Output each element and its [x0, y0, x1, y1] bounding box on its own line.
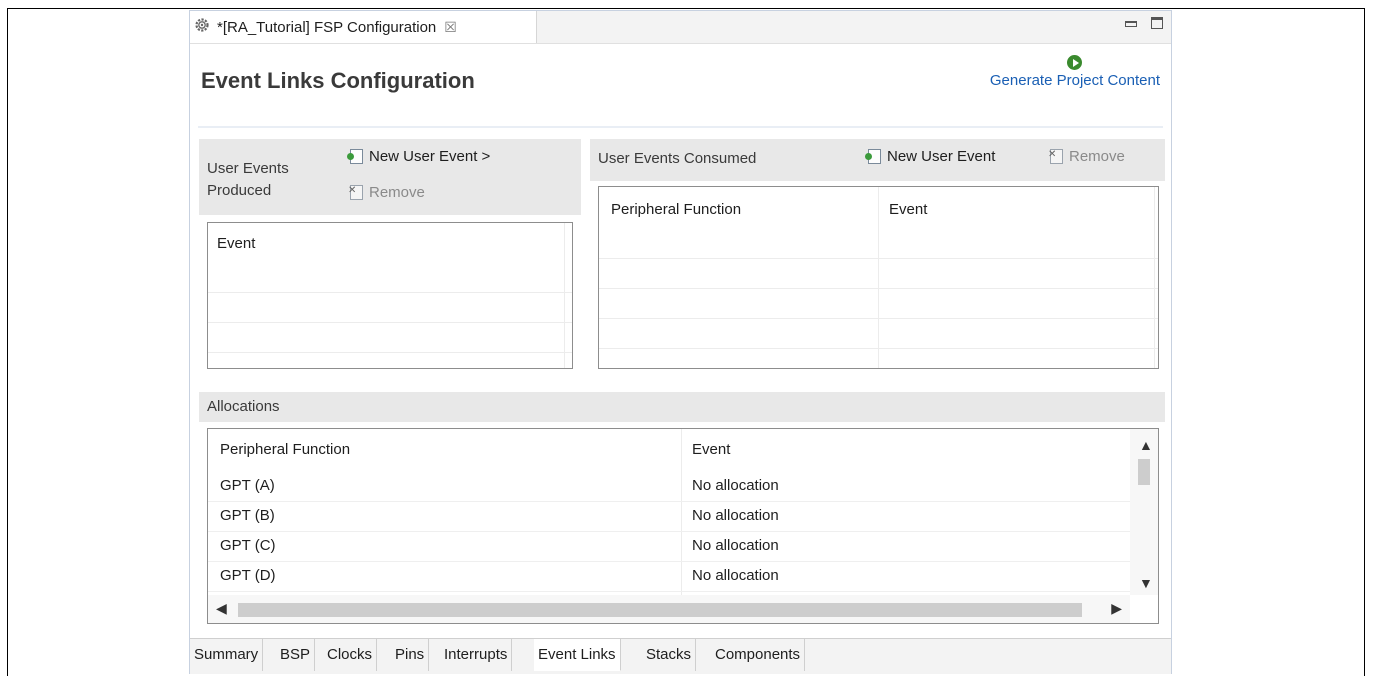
tab-components[interactable]: Components — [711, 639, 806, 671]
new-user-event-button[interactable]: New User Event — [865, 148, 996, 165]
table-row[interactable] — [599, 317, 1158, 319]
close-tab-icon[interactable]: ☒ — [444, 19, 457, 36]
remove-icon — [1048, 149, 1063, 164]
row-function: GPT (C) — [220, 537, 276, 554]
table-row[interactable]: GPT (D) No allocation — [208, 561, 1130, 592]
produced-column-event: Event — [217, 235, 256, 252]
produced-events-table: Event — [207, 222, 573, 369]
table-row[interactable]: GPT (A) No allocation — [208, 471, 1130, 502]
allocations-section-header — [199, 392, 1165, 422]
allocations-table: Peripheral Function Event GPT (A) No all… — [207, 428, 1159, 624]
generate-project-content-button[interactable]: Generate Project Content — [990, 55, 1160, 89]
allocations-header: Allocations — [207, 398, 280, 415]
row-function: GPT (A) — [220, 477, 275, 494]
configuration-tabs: Summary BSP Clocks Pins Interrupts Event… — [190, 638, 1171, 674]
table-row[interactable]: GPT (C) No allocation — [208, 531, 1130, 562]
table-row[interactable] — [599, 347, 1158, 349]
row-event: No allocation — [692, 477, 779, 494]
tab-clocks[interactable]: Clocks — [323, 639, 378, 671]
column-divider — [564, 223, 565, 368]
horizontal-scroll-thumb[interactable] — [238, 603, 1082, 617]
gear-icon — [193, 16, 211, 38]
produced-header-line2: Produced — [207, 182, 272, 199]
new-user-event-submenu-button[interactable]: New User Event > — [347, 148, 491, 165]
minimize-icon[interactable] — [1125, 21, 1137, 27]
remove-icon — [348, 185, 363, 200]
editor-tab-title: *[RA_Tutorial] FSP Configuration — [217, 18, 437, 36]
table-row[interactable] — [208, 351, 572, 353]
tab-pins[interactable]: Pins — [391, 639, 430, 671]
row-function: GPT (B) — [220, 507, 275, 524]
horizontal-scrollbar[interactable]: ◀ ▶ — [208, 595, 1130, 623]
page-title: Event Links Configuration — [201, 68, 475, 93]
row-event: No allocation — [692, 537, 779, 554]
new-event-icon — [347, 149, 363, 164]
row-event: No allocation — [692, 507, 779, 524]
table-row[interactable] — [208, 321, 572, 323]
tab-stacks[interactable]: Stacks — [642, 639, 697, 671]
play-icon — [1067, 55, 1083, 70]
consumed-column-peripheral-function: Peripheral Function — [611, 201, 742, 218]
vertical-scrollbar[interactable]: ▲ ▼ — [1130, 429, 1158, 595]
maximize-icon[interactable] — [1151, 17, 1163, 29]
consumed-remove-button[interactable]: Remove — [1048, 148, 1125, 165]
scroll-right-icon[interactable]: ▶ — [1111, 600, 1122, 617]
table-row[interactable] — [599, 287, 1158, 289]
allocations-column-peripheral-function: Peripheral Function — [220, 441, 351, 458]
editor-tab[interactable]: *[RA_Tutorial] FSP Configuration ☒ — [190, 11, 537, 43]
header-divider — [198, 126, 1163, 128]
column-divider — [878, 187, 879, 368]
table-row[interactable] — [599, 257, 1158, 259]
row-event: No allocation — [692, 567, 779, 584]
consumed-remove-label: Remove — [1069, 148, 1125, 165]
table-row[interactable]: GPT (B) No allocation — [208, 501, 1130, 532]
new-event-icon — [865, 149, 881, 164]
generate-label: Generate Project Content — [989, 72, 1160, 89]
scroll-left-icon[interactable]: ◀ — [216, 600, 227, 617]
tab-event-links[interactable]: Event Links — [534, 639, 621, 671]
consumed-events-table: Peripheral Function Event — [598, 186, 1159, 369]
allocations-column-event: Event — [692, 441, 731, 458]
new-user-event-label: New User Event > — [369, 148, 491, 165]
produced-remove-button[interactable]: Remove — [348, 184, 425, 201]
consumed-new-label: New User Event — [887, 148, 996, 165]
fsp-configuration-editor: *[RA_Tutorial] FSP Configuration ☒ Event… — [189, 10, 1172, 674]
tab-bsp[interactable]: BSP — [276, 639, 316, 671]
vertical-scroll-thumb[interactable] — [1138, 459, 1150, 485]
window-controls — [1125, 17, 1163, 29]
editor-tab-bar: *[RA_Tutorial] FSP Configuration ☒ — [190, 11, 1171, 44]
scroll-up-icon[interactable]: ▲ — [1139, 437, 1153, 453]
tab-interrupts[interactable]: Interrupts — [440, 639, 513, 671]
table-row[interactable] — [208, 291, 572, 293]
consumed-header: User Events Consumed — [598, 150, 757, 167]
tab-summary[interactable]: Summary — [190, 639, 264, 671]
row-function: GPT (D) — [220, 567, 276, 584]
produced-header-line1: User Events — [207, 160, 289, 177]
scroll-down-icon[interactable]: ▼ — [1139, 575, 1153, 591]
consumed-column-event: Event — [889, 201, 928, 218]
remove-label: Remove — [369, 184, 425, 201]
column-divider — [1154, 187, 1155, 368]
